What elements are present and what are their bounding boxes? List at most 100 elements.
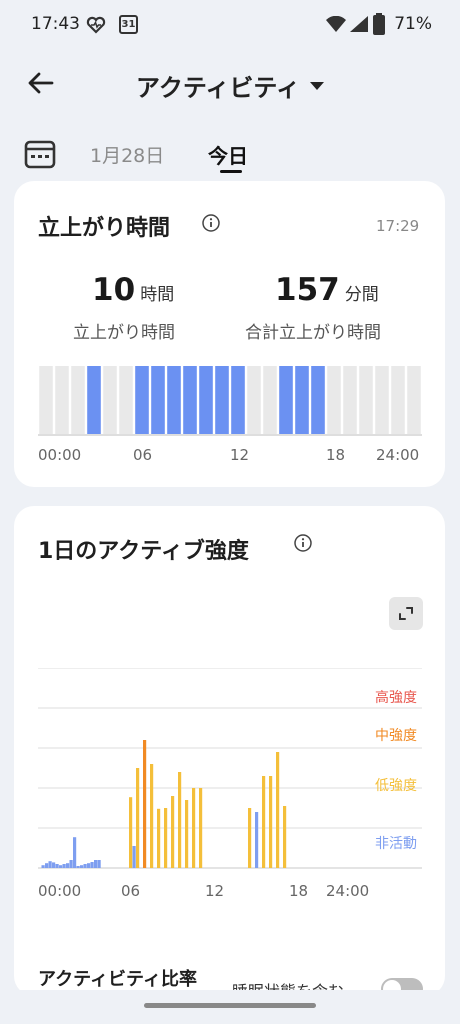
standing-hours-label: 立上がり時間 xyxy=(73,323,175,343)
intensity-axis-1: 06 xyxy=(121,882,141,900)
home-indicator[interactable] xyxy=(144,1003,316,1008)
standing-hour-bar xyxy=(311,366,325,434)
standing-axis-0: 00:00 xyxy=(38,446,82,464)
standing-hour-bar xyxy=(39,366,53,434)
standing-minutes-unit: 分間 xyxy=(344,285,379,305)
intensity-bar xyxy=(269,776,273,868)
intensity-axis-2: 12 xyxy=(205,882,225,900)
standing-hour-bar xyxy=(263,366,277,434)
standing-hour-bar xyxy=(199,366,213,434)
standing-minutes-value: 157 xyxy=(275,272,340,308)
wifi-icon xyxy=(326,16,346,32)
standing-hour-bar xyxy=(327,366,341,434)
intensity-bar xyxy=(97,860,101,868)
standing-hour-bar xyxy=(103,366,117,434)
standing-hour-bar xyxy=(151,366,165,434)
standing-card-title: 立上がり時間 xyxy=(38,216,171,241)
standing-hour-bar xyxy=(279,366,293,434)
intensity-bar xyxy=(80,865,84,868)
intensity-bar xyxy=(129,797,133,868)
standing-hour-bar xyxy=(183,366,197,434)
standing-hour-bar xyxy=(87,366,101,434)
intensity-bar xyxy=(52,862,56,868)
tab-today[interactable]: 今日 xyxy=(208,140,248,169)
intensity-bar xyxy=(157,808,161,868)
intensity-bar xyxy=(164,808,168,868)
standing-hour-bar xyxy=(119,366,133,434)
standing-hour-bar xyxy=(231,366,245,434)
intensity-bar xyxy=(55,864,59,868)
page-title-dropdown[interactable]: アクティビティ xyxy=(0,68,460,103)
intensity-bar xyxy=(66,863,70,868)
standing-axis-3: 18 xyxy=(326,446,346,464)
intensity-bar xyxy=(48,861,52,868)
battery-percent: 71% xyxy=(394,14,432,34)
intensity-axis-0: 00:00 xyxy=(38,882,82,900)
expand-button[interactable] xyxy=(389,597,423,630)
standing-hours-stat: 10 時間 xyxy=(92,272,204,308)
intensity-bar xyxy=(178,772,182,868)
intensity-bar xyxy=(62,864,66,868)
intensity-bar xyxy=(59,865,63,868)
level-label-mid: 中強度 xyxy=(375,728,417,744)
activity-ratio-label: アクティビティ比率 xyxy=(38,969,197,990)
calendar-status-icon: 31 xyxy=(119,15,138,34)
standing-hour-bar xyxy=(295,366,309,434)
standing-hours-value: 10 xyxy=(92,272,136,308)
battery-icon xyxy=(373,13,385,35)
info-icon[interactable] xyxy=(294,534,312,552)
intensity-bar xyxy=(76,866,80,868)
intensity-bar xyxy=(87,863,91,868)
updated-time: 17:29 xyxy=(376,217,420,235)
level-label-inactive: 非活動 xyxy=(375,836,417,852)
intensity-card-title: 1日のアクティブ強度 xyxy=(38,539,249,564)
tab-indicator xyxy=(220,170,242,173)
standing-hour-bar xyxy=(167,366,181,434)
standing-hour-bar xyxy=(71,366,85,434)
intensity-axis-4: 24:00 xyxy=(326,882,370,900)
signal-icon xyxy=(350,16,368,32)
standing-hour-bar xyxy=(375,366,389,434)
info-icon[interactable] xyxy=(202,214,220,232)
standing-hour-bar xyxy=(247,366,261,434)
standing-axis-2: 12 xyxy=(230,446,250,464)
intensity-bar xyxy=(41,865,45,868)
intensity-axis-3: 18 xyxy=(289,882,309,900)
standing-hour-bar xyxy=(215,366,229,434)
intensity-bar xyxy=(45,863,49,868)
intensity-bar xyxy=(143,740,147,868)
standing-hours-unit: 時間 xyxy=(140,285,175,305)
intensity-bar xyxy=(248,808,252,868)
intensity-bar xyxy=(136,768,140,868)
intensity-bar xyxy=(83,864,87,868)
standing-hour-bar xyxy=(55,366,69,434)
include-sleep-label: 睡眠状態を含む xyxy=(232,982,344,990)
intensity-bar xyxy=(73,837,77,868)
intensity-bar xyxy=(185,800,189,868)
caret-down-icon xyxy=(309,81,324,90)
intensity-chart xyxy=(38,668,422,869)
intensity-bar xyxy=(192,788,196,868)
intensity-bar xyxy=(69,860,73,868)
intensity-bar xyxy=(283,806,287,868)
standing-axis-4: 24:00 xyxy=(376,446,420,464)
level-label-high: 高強度 xyxy=(375,690,417,706)
standing-hour-bar xyxy=(135,366,149,434)
intensity-bar xyxy=(94,860,98,868)
standing-hour-bar xyxy=(407,366,421,434)
intensity-bar xyxy=(150,764,154,868)
intensity-bar xyxy=(171,796,175,868)
level-label-low: 低強度 xyxy=(375,778,417,794)
tab-previous-day[interactable]: 1月28日 xyxy=(90,141,164,168)
standing-hour-bar xyxy=(359,366,373,434)
heart-activity-icon xyxy=(86,16,106,34)
status-time: 17:43 xyxy=(31,14,80,34)
standing-minutes-stat: 157 分間 xyxy=(275,272,415,308)
standing-axis-1: 06 xyxy=(133,446,153,464)
calendar-icon[interactable] xyxy=(23,137,57,171)
intensity-bar xyxy=(199,788,203,868)
standing-hour-bar xyxy=(343,366,357,434)
intensity-bar xyxy=(255,812,259,868)
intensity-bar xyxy=(132,846,136,868)
expand-icon xyxy=(399,607,413,620)
